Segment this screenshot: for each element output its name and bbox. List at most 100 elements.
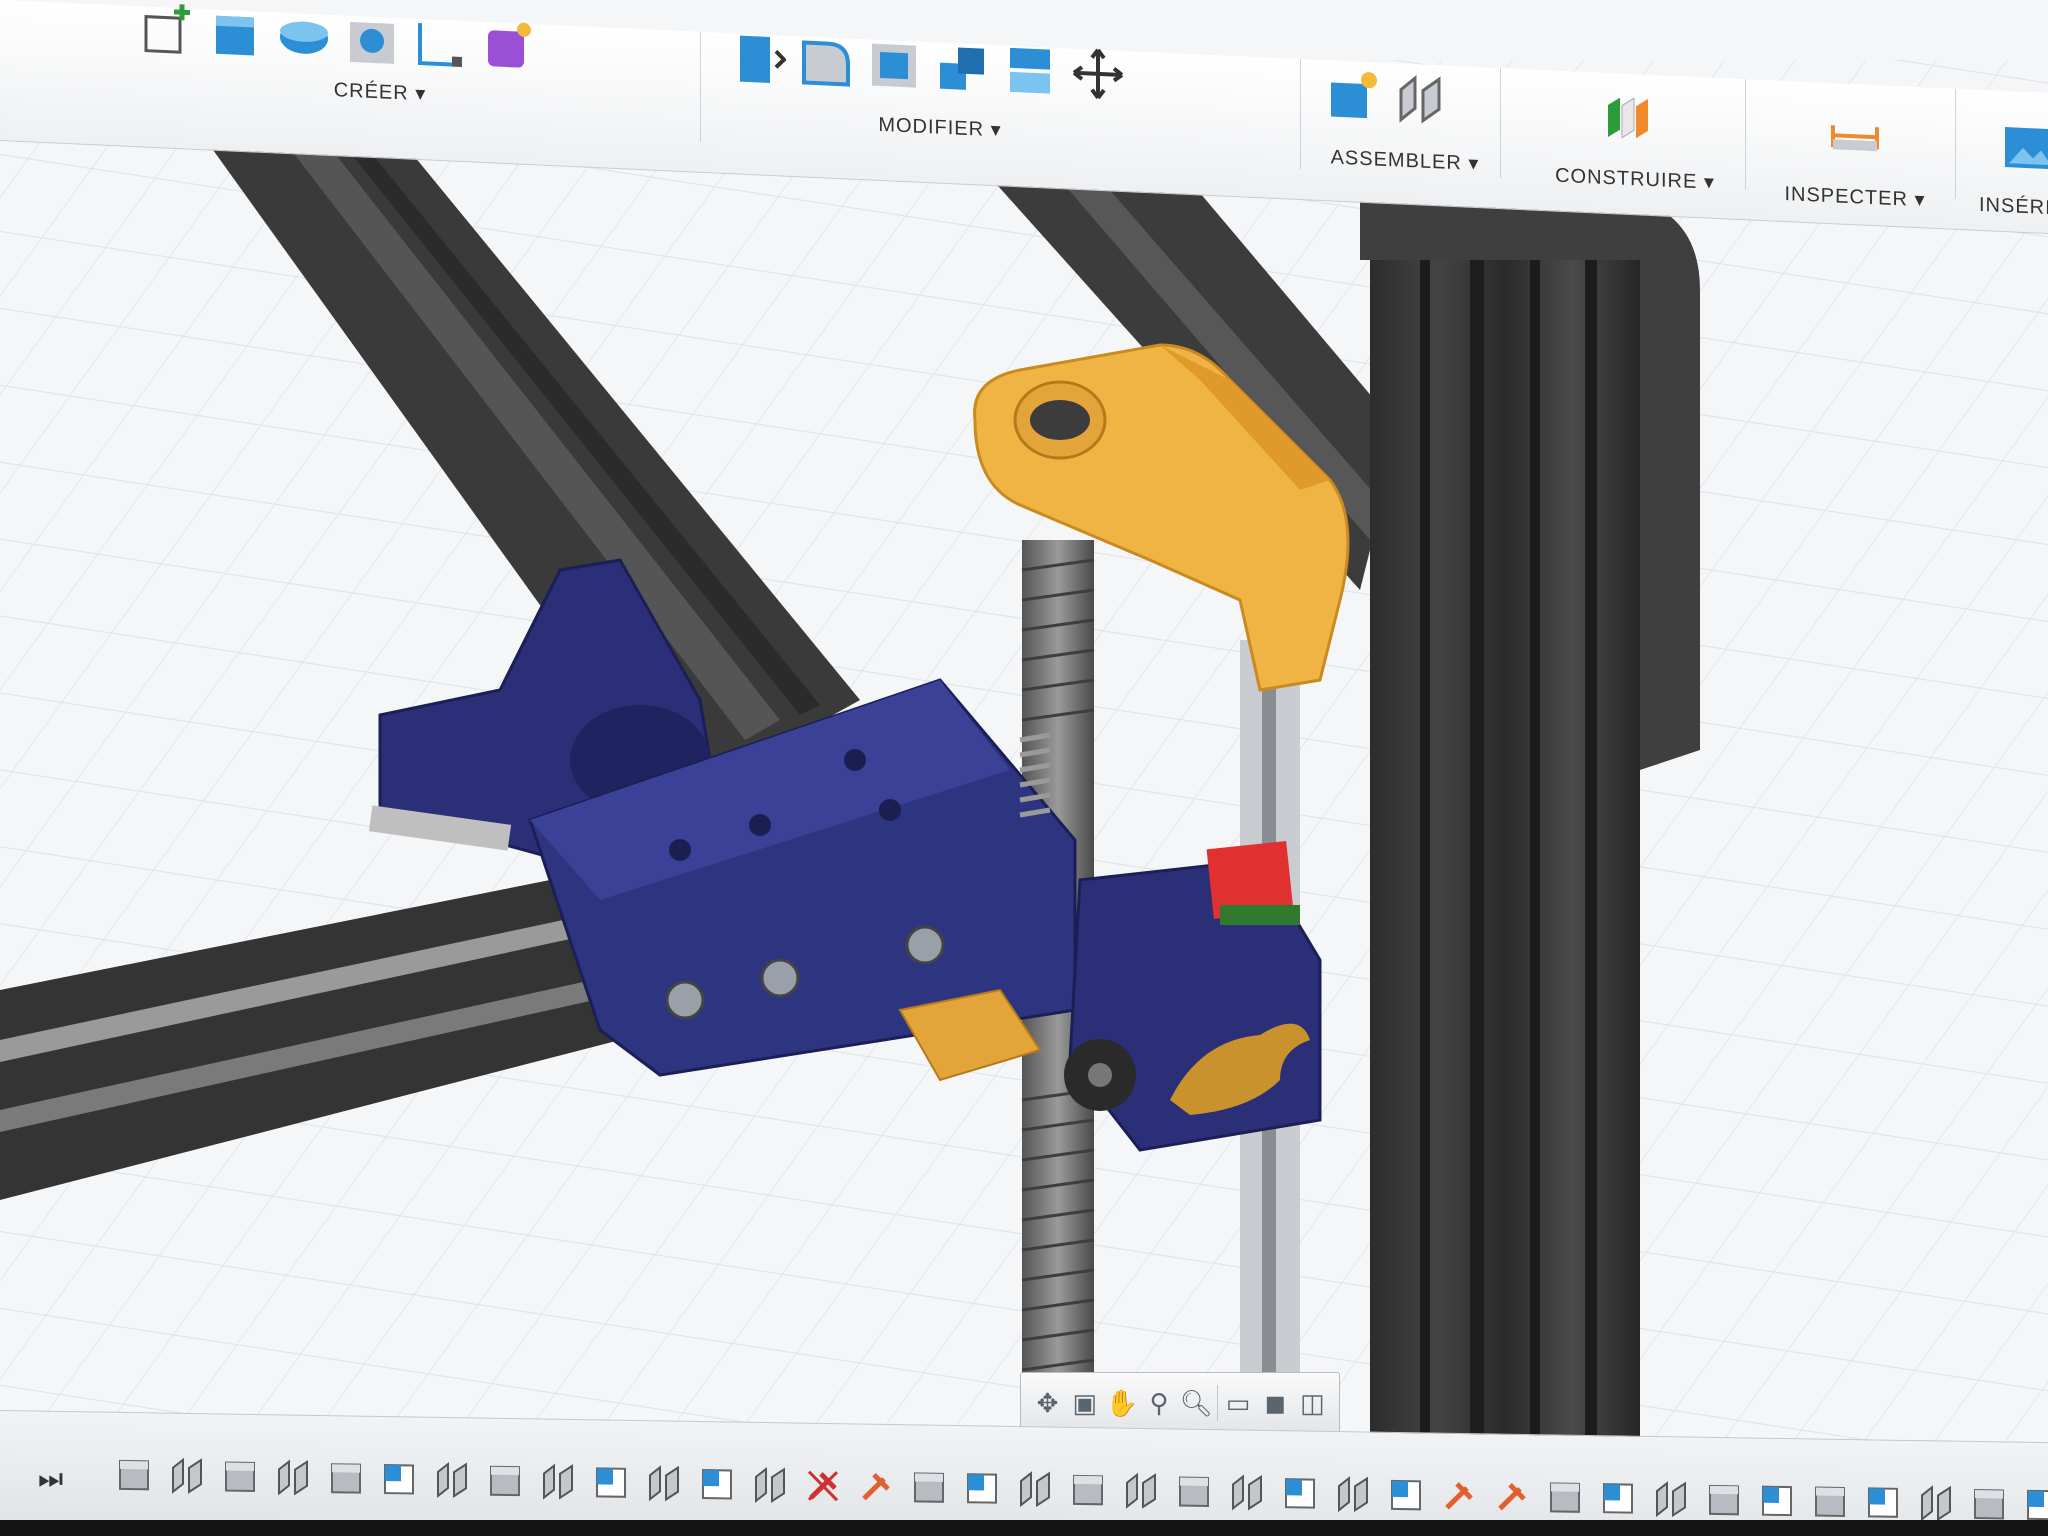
move-icon[interactable] [1070, 45, 1126, 104]
timeline-feature-joint-icon[interactable] [536, 1459, 580, 1504]
extrusion-groove [1420, 130, 1430, 1450]
screw-head [1030, 400, 1090, 440]
split-body-icon[interactable] [1002, 42, 1058, 101]
timeline-feature-extrude-icon[interactable] [324, 1456, 368, 1501]
assembler-icons [1325, 66, 1449, 128]
shell-icon[interactable] [866, 35, 922, 94]
fusion-window: CRÉER ▾ MODIFIER ▾ ASSEMBLER ▾ CONSTRUIR… [0, 0, 2048, 1536]
timeline-feature-pin-icon[interactable] [1437, 1474, 1481, 1519]
insert-image-icon-svg [2005, 127, 2048, 170]
combine-icon[interactable] [934, 38, 990, 97]
hole-icon[interactable] [344, 12, 400, 71]
viewports-icon[interactable]: ◫ [1296, 1383, 1329, 1423]
zoom-fit-icon[interactable]: 🔍︎ [1180, 1383, 1213, 1423]
group-label-modifier[interactable]: MODIFIER ▾ [590, 99, 1290, 156]
extrusion-groove [1585, 130, 1597, 1450]
timeline-feature-extrude-icon[interactable] [112, 1453, 156, 1498]
timeline-feature-extrude-icon[interactable] [1066, 1468, 1110, 1513]
timeline-feature-sketch-icon[interactable] [377, 1457, 421, 1502]
scene-canvas[interactable] [0, 0, 2048, 1536]
measure-icon-svg [1831, 125, 1879, 152]
timeline-feature-extrude-icon[interactable] [483, 1459, 527, 1504]
extrude-icon[interactable] [208, 5, 264, 64]
split-body-icon-svg [1010, 47, 1050, 94]
group-label-inspecter[interactable]: INSPECTER ▾ [1765, 180, 1945, 213]
carriage-hole [669, 839, 691, 861]
timeline-feature-extrude-icon[interactable] [1543, 1475, 1587, 1520]
measure-icon[interactable] [1827, 107, 1883, 166]
press-pull-icon[interactable] [730, 29, 787, 88]
timeline-feature-joint-icon[interactable] [1649, 1477, 1693, 1522]
carriage-hole [844, 749, 866, 771]
joint-icon-svg [1399, 75, 1441, 124]
carriage-hole [749, 814, 771, 836]
extrusion-groove [1530, 130, 1540, 1450]
timeline-feature-sketch-icon[interactable] [1278, 1471, 1322, 1516]
timeline-feature-extrude-icon[interactable] [1172, 1469, 1216, 1514]
timeline-feature-sketch-icon[interactable] [1861, 1480, 1905, 1525]
sketch-dimension-icon[interactable] [412, 15, 468, 74]
timeline-feature-joint-icon[interactable] [1225, 1470, 1269, 1515]
group-label-construire[interactable]: CONSTRUIRE ▾ [1540, 162, 1730, 196]
timeline-feature-joint-icon[interactable] [430, 1458, 474, 1503]
display-settings-icon[interactable]: ▭ [1222, 1383, 1255, 1423]
timeline-feature-joint-icon[interactable] [748, 1463, 792, 1508]
step-forward-icon[interactable]: ⏭ [38, 1462, 72, 1497]
timeline-feature-extrude-icon[interactable] [907, 1465, 951, 1510]
timeline-feature-extrude-icon[interactable] [218, 1454, 262, 1499]
pan-icon[interactable]: ✋ [1105, 1383, 1138, 1423]
form-icon-svg [488, 22, 531, 68]
offset-plane-icon[interactable] [1600, 87, 1656, 146]
sketch-icon[interactable] [140, 2, 196, 61]
offset-plane-icon-svg [1608, 97, 1648, 139]
new-component-icon-svg [1331, 72, 1377, 119]
3d-viewport[interactable] [0, 0, 2048, 1536]
group-assembler: ASSEMBLER ▾ [1325, 60, 1485, 185]
group-construire: CONSTRUIRE ▾ [1540, 70, 1730, 197]
timeline-feature-error-icon[interactable] [801, 1464, 845, 1509]
timeline-feature-sketch-icon[interactable] [589, 1460, 633, 1505]
insert-image-icon[interactable] [2001, 119, 2048, 178]
new-component-icon[interactable] [1325, 66, 1381, 125]
combine-icon-svg [940, 47, 984, 90]
form-icon[interactable] [480, 18, 536, 77]
joint-icon[interactable] [1393, 69, 1449, 128]
fillet-icon[interactable] [798, 32, 854, 91]
timeline-feature-joint-icon[interactable] [165, 1454, 209, 1499]
zoom-window-icon[interactable]: ⚲ [1142, 1383, 1175, 1423]
navbar-separator [1216, 1385, 1218, 1421]
press-pull-icon-svg [740, 35, 787, 83]
move-icon-svg [1072, 48, 1124, 100]
timeline-feature-sketch-icon[interactable] [960, 1466, 1004, 1511]
timeline-feature-sketch-icon[interactable] [695, 1462, 739, 1507]
orbit-icon[interactable]: ✥ [1031, 1383, 1064, 1423]
monitor-bezel [0, 1520, 2048, 1536]
timeline-feature-joint-icon[interactable] [642, 1461, 686, 1506]
timeline-feature-sketch-icon[interactable] [1384, 1473, 1428, 1518]
look-at-icon[interactable]: ▣ [1068, 1383, 1101, 1423]
construire-icons [1600, 87, 1656, 146]
group-label-assembler[interactable]: ASSEMBLER ▾ [1325, 144, 1485, 176]
timeline-feature-pin-icon[interactable] [1490, 1474, 1534, 1519]
group-label-inserer[interactable]: INSÉRI [1979, 194, 2048, 221]
group-creer: CRÉER ▾ [140, 4, 680, 149]
carriage-screw [905, 925, 945, 965]
extrude-icon-svg [216, 15, 254, 56]
timeline-feature-joint-icon[interactable] [1119, 1469, 1163, 1514]
group-inserer: INSÉRI [1975, 90, 2048, 219]
timeline-feature-extrude-icon[interactable] [1702, 1478, 1746, 1523]
shell-icon-svg [872, 43, 916, 88]
timeline-feature-extrude-icon[interactable] [1808, 1479, 1852, 1524]
revolve-icon[interactable] [276, 9, 332, 68]
visual-style-icon[interactable]: ◼ [1259, 1383, 1292, 1423]
timeline-feature-joint-icon[interactable] [271, 1455, 315, 1500]
revolve-icon-svg [280, 21, 328, 54]
toolbar-separator [1500, 68, 1501, 179]
timeline-feature-pin-icon[interactable] [854, 1464, 898, 1509]
timeline-feature-sketch-icon[interactable] [1596, 1476, 1640, 1521]
timeline-feature-joint-icon[interactable] [1331, 1472, 1375, 1517]
timeline-feature-sketch-icon[interactable] [1755, 1479, 1799, 1524]
timeline-feature-joint-icon[interactable] [1013, 1467, 1057, 1512]
sketch-icon-svg [144, 4, 190, 54]
extrusion-groove [1470, 130, 1484, 1450]
